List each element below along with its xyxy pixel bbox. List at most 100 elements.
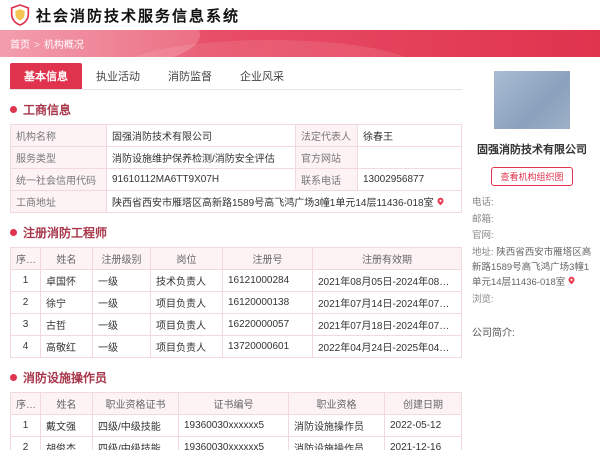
cell-qualification: 消防设施操作员 xyxy=(288,414,385,437)
cell-reg-no: 16120000138 xyxy=(222,291,313,314)
section-bullet-icon xyxy=(10,106,17,113)
info-row-views: 浏览: xyxy=(472,293,592,308)
address-text: 陕西省西安市雁塔区高新路1589号高飞鸿广场3幢1单元14层11436-018室 xyxy=(112,198,434,209)
cell-position: 项目负责人 xyxy=(150,313,223,336)
cell-level: 一级 xyxy=(92,291,151,314)
field-value-address: 陕西省西安市雁塔区高新路1589号高飞鸿广场3幢1单元14层11436-018室 xyxy=(106,190,462,213)
table-row: 统一社会信用代码 91610112MA6TT9X07H 联系电话 1300295… xyxy=(10,168,462,191)
cell-reg-no: 13720000601 xyxy=(222,335,313,358)
column-header: 创建日期 xyxy=(384,392,462,415)
info-row-address: 地址: 陕西省西安市雁塔区高新路1589号高飞鸿广场3幢1单元14层11436-… xyxy=(472,246,592,291)
section-header: 注册消防工程师 xyxy=(10,224,462,241)
cell-seq: 2 xyxy=(10,436,41,450)
field-label: 法定代表人 xyxy=(295,124,358,147)
tab-practice-activity[interactable]: 执业活动 xyxy=(82,63,154,89)
info-row-phone: 电话: xyxy=(472,196,592,211)
table-row: 2 胡俊杰 四级/中级技能 19360030xxxxxx5 消防设施操作员 20… xyxy=(10,436,462,450)
breadcrumb: 首页 > 机构概况 xyxy=(10,36,84,51)
column-header: 证书编号 xyxy=(178,392,289,415)
info-label: 邮箱: xyxy=(472,213,494,225)
cell-level: 一级 xyxy=(92,313,151,336)
tab-company-showcase[interactable]: 企业风采 xyxy=(226,63,298,89)
cell-cert-level: 四级/中级技能 xyxy=(92,436,179,450)
field-label: 联系电话 xyxy=(295,168,358,191)
field-value: 消防设施维护保养检测/消防安全评估 xyxy=(106,146,296,169)
cell-qualification: 消防设施操作员 xyxy=(288,436,385,450)
column-header: 姓名 xyxy=(40,392,93,415)
info-row-website: 官网: xyxy=(472,229,592,244)
cell-validity: 2022年04月24日-2025年04月24日 xyxy=(312,335,462,358)
app-header: 社会消防技术服务信息系统 xyxy=(0,0,600,30)
table-row: 2 徐宁 一级 项目负责人 16120000138 2021年07月14日-20… xyxy=(10,291,462,314)
engineers-table: 序号 姓名 注册级别 岗位 注册号 注册有效期 1 卓国怀 一级 技术负责人 1 xyxy=(10,247,462,358)
table-row: 机构名称 固强消防技术有限公司 法定代表人 徐春王 xyxy=(10,124,462,147)
cell-seq: 4 xyxy=(10,335,41,358)
cell-name: 高敬红 xyxy=(40,335,93,358)
company-info-list: 电话: 邮箱: 官网: 地址: 陕西省西安市雁塔区高新路1589号高飞鸿广场3幢… xyxy=(472,196,592,308)
cell-validity: 2021年07月18日-2024年07月18日 xyxy=(312,313,462,336)
banner: 首页 > 机构概况 xyxy=(0,30,600,57)
column-header: 序号 xyxy=(10,392,41,415)
table-header-row: 序号 姓名 职业资格证书 证书编号 职业资格 创建日期 xyxy=(10,392,462,415)
cell-level: 一级 xyxy=(92,269,151,292)
column-header: 职业资格 xyxy=(288,392,385,415)
table-row: 3 古哲 一级 项目负责人 16220000057 2021年07月18日-20… xyxy=(10,313,462,336)
column-header: 岗位 xyxy=(150,247,223,270)
info-row-email: 邮箱: xyxy=(472,213,592,228)
breadcrumb-home-link[interactable]: 首页 xyxy=(10,40,30,51)
location-pin-icon xyxy=(568,277,575,285)
section-header: 消防设施操作员 xyxy=(10,369,462,386)
cell-seq: 2 xyxy=(10,291,41,314)
main-layout: 基本信息 执业活动 消防监督 企业风采 工商信息 机构名称 固强消防技术有限公司… xyxy=(0,57,600,450)
tab-basic-info[interactable]: 基本信息 xyxy=(10,63,82,89)
location-pin-icon xyxy=(437,197,444,206)
field-value: 徐春王 xyxy=(357,124,462,147)
cell-position: 项目负责人 xyxy=(150,291,223,314)
cell-seq: 1 xyxy=(10,414,41,437)
info-label: 电话: xyxy=(472,196,494,208)
breadcrumb-separator: > xyxy=(34,40,40,51)
section-operators: 消防设施操作员 序号 姓名 职业资格证书 证书编号 职业资格 创建日期 1 戴文… xyxy=(10,369,462,450)
cell-name: 戴文强 xyxy=(40,414,93,437)
operators-table: 序号 姓名 职业资格证书 证书编号 职业资格 创建日期 1 戴文强 四级/中级技… xyxy=(10,392,462,450)
table-row: 工商地址 陕西省西安市雁塔区高新路1589号高飞鸿广场3幢1单元14层11436… xyxy=(10,190,462,213)
cell-cert-level: 四级/中级技能 xyxy=(92,414,179,437)
cell-created-date: 2021-12-16 xyxy=(384,436,462,450)
column-header: 姓名 xyxy=(40,247,93,270)
tab-fire-supervision[interactable]: 消防监督 xyxy=(154,63,226,89)
column-header: 注册级别 xyxy=(92,247,151,270)
shield-icon xyxy=(10,4,30,26)
info-label: 浏览: xyxy=(472,294,494,306)
field-label: 服务类型 xyxy=(10,146,107,169)
company-sidebar: 固强消防技术有限公司 查看机构组织图 电话: 邮箱: 官网: 地址: 陕西省西安… xyxy=(468,57,600,450)
column-header: 注册号 xyxy=(222,247,313,270)
view-org-chart-button[interactable]: 查看机构组织图 xyxy=(491,166,573,186)
field-label: 统一社会信用代码 xyxy=(10,168,107,191)
column-header: 职业资格证书 xyxy=(92,392,179,415)
table-row: 1 卓国怀 一级 技术负责人 16121000284 2021年08月05日-2… xyxy=(10,269,462,292)
content-column: 基本信息 执业活动 消防监督 企业风采 工商信息 机构名称 固强消防技术有限公司… xyxy=(0,57,468,450)
info-label: 地址: xyxy=(472,247,494,258)
field-value: 91610112MA6TT9X07H xyxy=(106,168,296,191)
section-title: 工商信息 xyxy=(23,103,72,117)
company-profile-label: 公司简介: xyxy=(472,327,515,339)
field-value xyxy=(357,146,462,169)
cell-name: 古哲 xyxy=(40,313,93,336)
section-engineers: 注册消防工程师 序号 姓名 注册级别 岗位 注册号 注册有效期 1 卓国怀 一级… xyxy=(10,224,462,358)
cell-validity: 2021年08月05日-2024年08月05日 xyxy=(312,269,462,292)
cell-position: 项目负责人 xyxy=(150,335,223,358)
cell-name: 胡俊杰 xyxy=(40,436,93,450)
cell-position: 技术负责人 xyxy=(150,269,223,292)
column-header: 注册有效期 xyxy=(312,247,462,270)
field-label: 机构名称 xyxy=(10,124,107,147)
table-row: 4 高敬红 一级 项目负责人 13720000601 2022年04月24日-2… xyxy=(10,335,462,358)
cell-seq: 1 xyxy=(10,269,41,292)
cell-reg-no: 16220000057 xyxy=(222,313,313,336)
company-name: 固强消防技术有限公司 xyxy=(477,144,587,156)
table-row: 服务类型 消防设施维护保养检测/消防安全评估 官方网站 xyxy=(10,146,462,169)
column-header: 序号 xyxy=(10,247,41,270)
breadcrumb-current: 机构概况 xyxy=(43,40,84,51)
tab-bar: 基本信息 执业活动 消防监督 企业风采 xyxy=(10,63,462,90)
section-business-info: 工商信息 机构名称 固强消防技术有限公司 法定代表人 徐春王 服务类型 消防设施… xyxy=(10,101,462,213)
cell-name: 卓国怀 xyxy=(40,269,93,292)
